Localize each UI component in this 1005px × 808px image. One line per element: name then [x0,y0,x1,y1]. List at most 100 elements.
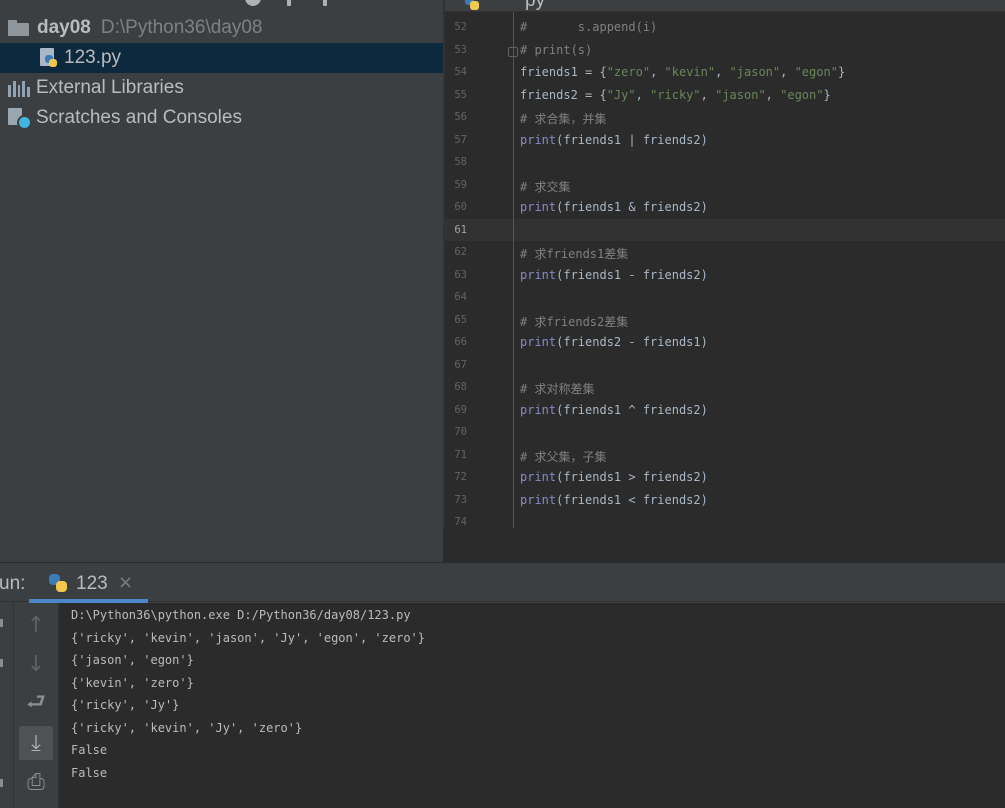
code-line[interactable]: 54 friends1 = {"zero", "kevin", "jason", … [445,61,1005,83]
python-file-icon [463,0,481,10]
project-tool-window: day08 D:\Python36\day08 123.py External … [0,0,443,562]
folder-icon [8,20,29,36]
line-number: 68 [454,381,467,393]
rerun-up-icon[interactable]: ↑ [19,608,53,642]
code-token: (friends1 - friends2) [556,267,708,282]
code-line[interactable]: 71 # 求父集，子集 [445,444,1005,466]
print-icon[interactable]: ⎙ [19,765,53,799]
run-tab-123[interactable]: 123 × [29,563,148,603]
line-number: 65 [454,313,467,326]
code-text: print(friends1 < friends2) [520,493,708,507]
code-token: print [520,470,557,484]
code-line[interactable]: 59 # 求交集 [445,174,1005,196]
line-number: 54 [454,66,467,78]
code-line[interactable]: 56 # 求合集，并集 [445,106,1005,128]
code-token: } [823,87,831,102]
code-line[interactable]: 63 print(friends1 - friends2) [445,264,1005,286]
code-text: print(friends1 > friends2) [520,470,708,484]
code-token: # 求交集 [520,179,571,194]
code-line[interactable]: 69 print(friends1 ^ friends2) [445,399,1005,421]
code-token: friends2 = { [520,87,607,102]
run-tab-label: 123 [76,573,108,594]
code-text: # 求交集 [520,178,570,195]
file-name: 123.py [64,47,122,68]
line-number: 74 [454,516,467,528]
folder-name: day08 [37,17,91,38]
soft-wrap-icon[interactable]: ⮐ [19,687,53,721]
run-title: un: [0,573,26,594]
run-left-strip [0,603,14,808]
code-line[interactable]: 53 # print(s) [445,39,1005,61]
locate-icon[interactable] [245,0,261,6]
line-number: 67 [454,358,467,371]
code-editor[interactable]: py 52 # s.append(i) 53 # print(s) 54 friends1… [445,0,1005,528]
console-line: D:\Python36\python.exe D:/Python36/day08… [71,608,411,622]
scroll-to-end-icon[interactable]: ⤓ [19,726,53,760]
close-icon[interactable]: × [118,572,133,593]
code-line[interactable]: 61 [445,218,1005,241]
code-text: # 求合集，并集 [520,110,606,127]
code-token: "egon" [780,87,824,102]
code-token: "ricky" [650,87,701,102]
code-line[interactable]: 65 # 求friends2差集 [445,309,1005,331]
code-token: "kevin" [664,65,716,79]
code-token: , [650,65,665,79]
code-token: # 求friends1差集 [520,247,629,261]
code-token: print [520,492,557,507]
code-text: print(friends1 - friends2) [520,268,708,282]
strip-mark [0,779,3,787]
code-line[interactable]: 64 [445,286,1005,308]
line-number: 71 [454,448,467,461]
code-line[interactable]: 57 print(friends1 | friends2) [445,129,1005,151]
line-number: 63 [454,268,467,281]
editor-tab-label[interactable]: py [525,0,545,12]
tree-item-external-libraries[interactable]: External Libraries [0,73,443,103]
editor-tab-strip: py [445,0,1005,12]
console-output[interactable]: D:\Python36\python.exe D:/Python36/day08… [58,603,1005,808]
editor-bottom-area [443,528,1005,562]
code-line[interactable]: 62 # 求friends1差集 [445,241,1005,263]
tree-item-day08[interactable]: day08 D:\Python36\day08 [0,13,443,43]
code-line[interactable]: 66 print(friends2 - friends1) [445,331,1005,353]
line-number: 58 [454,156,467,168]
code-line[interactable]: 55 friends2 = {"Jy", "ricky", "jason", "e… [445,84,1005,106]
collapse-icon[interactable] [287,0,291,6]
code-line[interactable]: 67 [445,354,1005,376]
code-token: , [780,65,795,79]
code-token: # 求friends2差集 [520,314,629,329]
external-libraries-label: External Libraries [36,77,184,98]
code-token: (friends1 | friends2) [556,132,708,147]
code-line[interactable]: 68 # 求对称差集 [445,376,1005,398]
code-text: # 求父集，子集 [520,448,606,465]
code-token: "zero" [606,65,651,79]
tree-item-scratches[interactable]: Scratches and Consoles [0,103,443,133]
code-text: # 求friends1差集 [520,245,628,262]
code-token: "egon" [794,65,838,79]
code-line[interactable]: 58 [445,151,1005,173]
code-line[interactable]: 72 print(friends1 > friends2) [445,466,1005,488]
code-line[interactable]: 73 print(friends1 < friends2) [445,489,1005,511]
code-token: "jason" [729,65,781,79]
code-text: # s.append(i) [520,20,657,34]
code-text: # 求对称差集 [520,380,594,397]
line-number: 64 [454,291,467,303]
strip-mark [0,619,3,627]
line-number: 62 [454,246,467,258]
code-text: # print(s) [520,43,592,57]
code-token: print [520,335,557,349]
console-line: {'ricky', 'Jy'} [71,698,180,712]
console-line: {'jason', 'egon'} [71,653,194,667]
code-line[interactable]: 74 [445,511,1005,528]
code-line[interactable]: 52 # s.append(i) [445,16,1005,38]
code-token: , [765,87,781,102]
code-line[interactable]: 60 print(friends1 & friends2) [445,196,1005,218]
settings-icon[interactable] [323,0,327,6]
tree-item-123-py[interactable]: 123.py [0,43,443,73]
scratch-clock-icon [8,106,32,130]
code-text: print(friends1 | friends2) [520,133,708,147]
code-token: friends1 = { [520,65,607,79]
scroll-down-icon[interactable]: ↓ [19,647,53,681]
console-line: {'kevin', 'zero'} [71,675,194,690]
code-line[interactable]: 70 [445,421,1005,443]
line-number: 70 [454,426,467,438]
